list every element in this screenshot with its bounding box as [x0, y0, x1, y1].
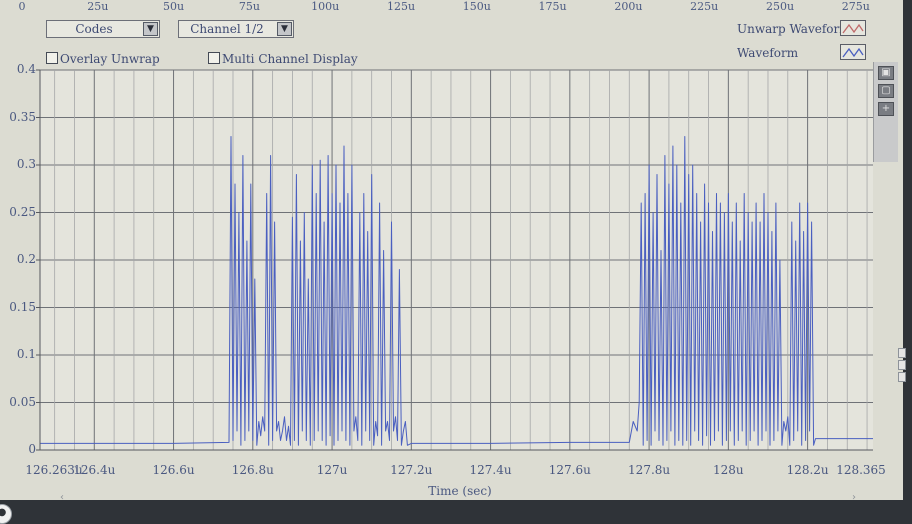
zoom-toolbar: ▣ ▢ +	[873, 62, 898, 162]
scroll-right-arrow-icon[interactable]: ›	[852, 492, 856, 500]
resize-handle[interactable]	[898, 360, 906, 370]
x-tick-label: 127.8u	[628, 463, 671, 477]
scroll-left-arrow-icon[interactable]: ‹	[60, 492, 64, 500]
x-tick-label: 127.2u	[390, 463, 433, 477]
x-tick-label: 128.365	[836, 463, 886, 477]
y-tick-label: 0.3	[16, 157, 36, 171]
zoom-in-icon[interactable]: ▣	[878, 66, 894, 80]
y-tick-label: 0.05	[9, 394, 36, 409]
x-tick-label: 126.8u	[231, 463, 274, 477]
x-tick-label: 128u	[713, 463, 744, 477]
record-icon[interactable]: ●	[0, 504, 12, 524]
crosshair-icon[interactable]: +	[878, 102, 894, 116]
x-tick-label: 127u	[316, 463, 348, 477]
resize-handle[interactable]	[898, 372, 906, 382]
resize-handle[interactable]	[898, 348, 906, 358]
x-tick-label: 126.4u	[73, 463, 116, 477]
x-tick-label: 128.2u	[786, 463, 829, 477]
y-tick-label: 0.25	[9, 204, 36, 219]
x-tick-label: 127.6u	[548, 463, 591, 477]
y-tick-label: 0.4	[16, 62, 36, 76]
y-tick-label: 0.1	[16, 347, 36, 361]
resize-handles	[898, 348, 906, 384]
y-tick-label: 0.35	[9, 109, 36, 124]
zoom-out-icon[interactable]: ▢	[878, 84, 894, 98]
x-tick-label: 126.6u	[152, 463, 195, 477]
waveform-viewer-window: 0 25u 50u 75u 100u 125u 150u 175u 200u 225u 250u 27…	[0, 0, 903, 500]
y-tick-label: 0	[28, 442, 36, 456]
x-tick-label: 127.4u	[469, 463, 512, 477]
y-tick-label: 0.15	[9, 299, 36, 314]
x-axis-title: Time (sec)	[428, 484, 492, 498]
waveform-plot[interactable]	[0, 0, 903, 500]
y-tick-label: 0.2	[16, 252, 36, 266]
